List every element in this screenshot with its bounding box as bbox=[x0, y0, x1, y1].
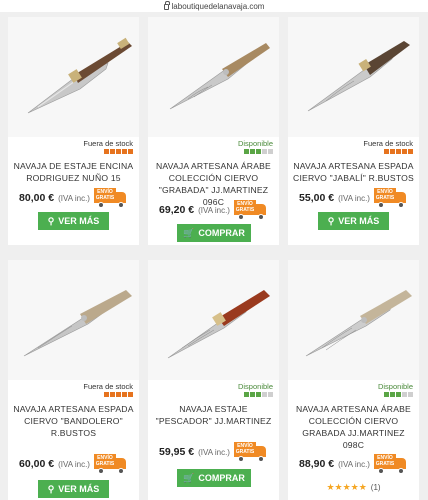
tax-note: (IVA inc.) bbox=[198, 447, 230, 457]
search-icon: ⚲ bbox=[47, 483, 55, 494]
product-price: 59,95 € bbox=[159, 446, 195, 458]
stock-level-dots bbox=[238, 149, 273, 154]
stock-label: Fuera de stock bbox=[83, 139, 133, 148]
price-row: 88,90 € (IVA inc.) ENVÍO GRATIS bbox=[288, 454, 419, 474]
product-price: 80,00 € bbox=[19, 192, 55, 204]
rating-count: (1) bbox=[370, 483, 381, 492]
product-price: 60,00 € bbox=[19, 458, 55, 470]
product-rating[interactable]: ★★★★★ (1) bbox=[288, 482, 419, 493]
tax-note: (IVA inc.) bbox=[338, 193, 370, 203]
stock-indicator: Disponible bbox=[238, 382, 273, 397]
product-card: Disponible NAVAJA ARTESANA ÁRABE COLECCI… bbox=[148, 17, 279, 245]
product-image[interactable] bbox=[148, 260, 279, 380]
view-more-button[interactable]: ⚲ VER MÁS bbox=[38, 480, 109, 498]
price-row: 59,95 € (IVA inc.) ENVÍO GRATIS bbox=[148, 442, 279, 462]
price-row: 69,20 € (IVA inc.) ENVÍO GRATIS bbox=[148, 200, 279, 220]
stock-level-dots bbox=[363, 149, 413, 154]
browser-url-bar[interactable]: laboutiquedelanavaja.com bbox=[0, 0, 428, 12]
view-more-button[interactable]: ⚲ VER MÁS bbox=[318, 212, 389, 230]
product-card: Fuera de stock NAVAJA ARTESANA ESPADA CI… bbox=[8, 260, 139, 500]
tax-note: (IVA inc.) bbox=[198, 205, 230, 215]
stock-level-dots bbox=[238, 392, 273, 397]
free-shipping-truck-icon: ENVÍO GRATIS bbox=[373, 454, 408, 474]
tax-note: (IVA inc.) bbox=[338, 459, 370, 469]
lock-icon bbox=[163, 1, 170, 10]
product-title[interactable]: NAVAJA DE ESTAJE ENCINA RODRIGUEZ NUÑO 1… bbox=[12, 160, 135, 184]
product-title[interactable]: NAVAJA ARTESANA ESPADA CIERVO "JABALÍ" R… bbox=[292, 160, 415, 184]
product-image[interactable] bbox=[288, 17, 419, 137]
stock-label: Fuera de stock bbox=[83, 382, 133, 391]
rating-stars: ★★★★★ bbox=[326, 482, 367, 492]
stock-label: Disponible bbox=[237, 382, 273, 391]
price-row: 55,00 € (IVA inc.) ENVÍO GRATIS bbox=[288, 188, 419, 208]
stock-label: Disponible bbox=[377, 382, 413, 391]
product-price: 88,90 € bbox=[299, 458, 335, 470]
product-image[interactable] bbox=[288, 260, 419, 380]
buy-button[interactable]: 🛒 COMPRAR bbox=[177, 469, 251, 487]
stock-indicator: Disponible bbox=[378, 382, 413, 397]
cart-icon: 🛒 bbox=[183, 227, 195, 238]
stock-indicator: Fuera de stock bbox=[83, 382, 133, 397]
product-price: 55,00 € bbox=[299, 192, 335, 204]
product-card: Fuera de stock NAVAJA DE ESTAJE ENCINA R… bbox=[8, 17, 139, 245]
cart-icon: 🛒 bbox=[183, 472, 195, 483]
price-row: 80,00 € (IVA inc.) ENVÍO GRATIS bbox=[8, 188, 139, 208]
price-row: 60,00 € (IVA inc.) ENVÍO GRATIS bbox=[8, 454, 139, 474]
url-text: laboutiquedelanavaja.com bbox=[171, 1, 265, 11]
product-title[interactable]: NAVAJA ARTESANA ESPADA CIERVO "BANDOLERO… bbox=[12, 403, 135, 439]
tax-note: (IVA inc.) bbox=[58, 459, 90, 469]
stock-indicator: Fuera de stock bbox=[363, 139, 413, 154]
stock-indicator: Disponible bbox=[238, 139, 273, 154]
product-title[interactable]: NAVAJA ESTAJE "PESCADOR" JJ.MARTINEZ bbox=[152, 403, 275, 427]
product-price: 69,20 € bbox=[159, 204, 195, 216]
stock-label: Disponible bbox=[237, 139, 273, 148]
search-icon: ⚲ bbox=[47, 215, 55, 226]
stock-level-dots bbox=[83, 149, 133, 154]
stock-level-dots bbox=[83, 392, 133, 397]
tax-note: (IVA inc.) bbox=[58, 193, 90, 203]
product-image[interactable] bbox=[8, 17, 139, 137]
product-card: Disponible NAVAJA ARTESANA ÁRABE COLECCI… bbox=[288, 260, 419, 500]
product-card: Fuera de stock NAVAJA ARTESANA ESPADA CI… bbox=[288, 17, 419, 245]
stock-label: Fuera de stock bbox=[363, 139, 413, 148]
product-title[interactable]: NAVAJA ARTESANA ÁRABE COLECCIÓN CIERVO G… bbox=[292, 403, 415, 451]
free-shipping-truck-icon: ENVÍO GRATIS bbox=[373, 188, 408, 208]
free-shipping-truck-icon: ENVÍO GRATIS bbox=[93, 454, 128, 474]
product-card: Disponible NAVAJA ESTAJE "PESCADOR" JJ.M… bbox=[148, 260, 279, 500]
view-more-button[interactable]: ⚲ VER MÁS bbox=[38, 212, 109, 230]
search-icon: ⚲ bbox=[327, 215, 335, 226]
product-image[interactable] bbox=[8, 260, 139, 380]
free-shipping-truck-icon: ENVÍO GRATIS bbox=[233, 442, 268, 462]
stock-level-dots bbox=[378, 392, 413, 397]
free-shipping-truck-icon: ENVÍO GRATIS bbox=[93, 188, 128, 208]
buy-button[interactable]: 🛒 COMPRAR bbox=[177, 224, 251, 242]
product-image[interactable] bbox=[148, 17, 279, 137]
free-shipping-truck-icon: ENVÍO GRATIS bbox=[233, 200, 268, 220]
stock-indicator: Fuera de stock bbox=[83, 139, 133, 154]
